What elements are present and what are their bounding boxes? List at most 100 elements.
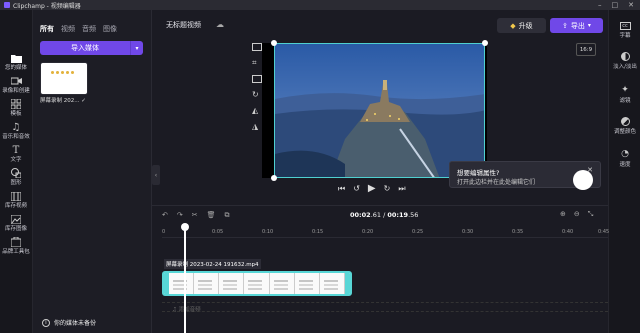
clipchamp-logo-icon xyxy=(4,2,10,8)
tab-video[interactable]: 视频 xyxy=(61,24,75,34)
rewind-5s-icon[interactable]: ↺ xyxy=(353,184,360,193)
ruler-tick: 0:05 xyxy=(212,229,224,235)
aspect-ratio-button[interactable]: 16:9 xyxy=(576,43,596,56)
tab-images[interactable]: 图像 xyxy=(103,24,117,34)
close-icon[interactable]: ✕ xyxy=(628,1,634,9)
rp-filters[interactable]: ✦ 滤镜 xyxy=(609,85,640,105)
ruler-tick: 0:35 xyxy=(512,229,524,235)
upgrade-label: 升级 xyxy=(518,21,533,30)
upgrade-button[interactable]: ◆ 升级 xyxy=(497,18,546,33)
ruler-tick: 0:40 xyxy=(562,229,574,235)
ruler-tick: 0 xyxy=(162,229,166,235)
nav-record[interactable]: 录像和创建 xyxy=(0,75,32,94)
brand-kit-icon xyxy=(10,236,22,248)
diamond-icon: ◆ xyxy=(510,21,516,30)
delete-icon[interactable]: 🗑 xyxy=(207,211,216,220)
camera-icon xyxy=(10,75,22,87)
video-preview[interactable] xyxy=(274,43,485,178)
header: 无标题视频 ☁ ◆ 升级 ⇪ 导出 ▾ xyxy=(152,10,608,42)
crop-icon[interactable]: ⌗ xyxy=(252,59,262,67)
rp-adjust-colors[interactable]: 调整颜色 xyxy=(609,117,640,135)
fit-timeline-icon[interactable]: ⤡ xyxy=(588,210,594,219)
resize-handle-top-right[interactable] xyxy=(482,40,488,46)
rp-captions[interactable]: cc 字幕 xyxy=(609,22,640,39)
backup-notice[interactable]: i 你的媒体未备份 xyxy=(42,318,96,327)
media-thumbnail[interactable] xyxy=(40,62,88,95)
picture-in-picture-icon[interactable] xyxy=(252,75,262,83)
audio-placeholder: ♫ 添加音频 xyxy=(172,307,201,313)
flip-horizontal-icon[interactable]: ◭ xyxy=(252,107,262,115)
nav-label: 文字 xyxy=(10,157,22,163)
rp-label: 字幕 xyxy=(619,33,631,39)
preview-tools: ⌗ ↻ ◭ ◮ xyxy=(252,43,262,131)
clip-trim-handle-right[interactable] xyxy=(344,273,350,294)
window-title: Clipchamp - 视频编辑器 xyxy=(13,2,81,10)
resize-handle-top-left[interactable] xyxy=(271,40,277,46)
export-button[interactable]: ⇪ 导出 ▾ xyxy=(550,18,603,33)
forward-5s-icon[interactable]: ↻ xyxy=(384,184,391,193)
help-bubble[interactable] xyxy=(573,170,593,190)
play-icon[interactable]: ▶ xyxy=(368,183,376,194)
rp-label: 滤镜 xyxy=(619,98,631,104)
adjust-colors-icon xyxy=(620,117,630,126)
nav-brand-kit[interactable]: 品牌工具包 xyxy=(0,236,32,255)
current-time: 00:02 xyxy=(350,211,371,219)
maximize-icon[interactable]: □ xyxy=(612,1,619,9)
import-media-button[interactable]: 导入媒体 ▾ xyxy=(40,41,143,55)
import-media-label: 导入媒体 xyxy=(71,44,99,52)
collapse-panel-icon[interactable]: ‹ xyxy=(152,165,160,185)
flip-vertical-icon[interactable]: ◮ xyxy=(252,123,262,131)
nav-stock-images[interactable]: 库存图像 xyxy=(0,213,32,232)
fade-icon xyxy=(620,52,630,61)
media-item-name: 屏幕录制 202... ✓ xyxy=(40,98,86,104)
title-bar: Clipchamp - 视频编辑器 – □ ✕ xyxy=(0,0,640,10)
right-properties-panel: cc 字幕 淡入/淡出 ✦ 滤镜 调整颜色 ◔ 速度 xyxy=(608,10,640,333)
chevron-down-icon[interactable]: ▾ xyxy=(130,41,143,55)
nav-templates[interactable]: 模板 xyxy=(0,98,32,117)
templates-icon xyxy=(10,98,22,110)
tab-all[interactable]: 所有 xyxy=(40,24,54,34)
filters-icon: ✦ xyxy=(621,85,629,95)
playhead[interactable] xyxy=(184,228,186,333)
nav-music[interactable]: ♫ 音乐和音效 xyxy=(0,121,32,141)
split-icon[interactable]: ✂ xyxy=(192,211,198,220)
audio-track[interactable]: ♫ 添加音频 xyxy=(162,302,608,313)
clip-name: 屏幕录制 2023-02-24 191632.mp4 xyxy=(164,259,261,269)
redo-icon[interactable]: ↷ xyxy=(177,211,183,220)
nav-label: 音乐和音效 xyxy=(2,134,30,140)
nav-stock-video[interactable]: 库存视频 xyxy=(0,190,32,209)
music-icon: ♫ xyxy=(11,121,21,133)
minimize-icon[interactable]: – xyxy=(598,1,602,9)
duplicate-icon[interactable]: ⧉ xyxy=(225,211,230,220)
zoom-in-icon[interactable]: ⊕ xyxy=(560,210,566,219)
speed-icon: ◔ xyxy=(621,149,629,159)
left-nav: 您的媒体 录像和创建 模板 ♫ 音乐和音效 T 文字 图形 库存视频 库存图像 … xyxy=(0,10,33,333)
text-icon: T xyxy=(12,144,20,156)
zoom-out-icon[interactable]: ⊖ xyxy=(574,210,580,219)
skip-start-icon[interactable]: ⏮ xyxy=(338,184,345,194)
video-clip[interactable] xyxy=(162,271,352,296)
ruler-tick: 0:30 xyxy=(462,229,474,235)
rp-label: 速度 xyxy=(619,162,631,168)
nav-label: 库存视频 xyxy=(4,203,27,209)
nav-graphics[interactable]: 图形 xyxy=(0,167,32,186)
nav-text[interactable]: T 文字 xyxy=(0,144,32,164)
rp-fade[interactable]: 淡入/淡出 xyxy=(609,52,640,70)
timecode: 00:02.61 / 00:19.56 xyxy=(350,211,418,219)
playback-controls: ⏮ ↺ ▶ ↻ ⏭ xyxy=(338,183,406,194)
fit-icon[interactable] xyxy=(252,43,262,51)
chevron-down-icon: ▾ xyxy=(587,22,591,29)
undo-icon[interactable]: ↶ xyxy=(162,211,168,220)
rotate-icon[interactable]: ↻ xyxy=(252,91,262,99)
media-panel: 所有 视频 音频 图像 xyxy=(33,10,152,333)
nav-label: 图形 xyxy=(10,180,22,186)
timeline-ruler[interactable]: 0 0:05 0:10 0:15 0:20 0:25 0:30 0:35 0:4… xyxy=(162,228,609,238)
skip-end-icon[interactable]: ⏭ xyxy=(398,184,405,194)
nav-your-media[interactable]: 您的媒体 xyxy=(0,52,32,71)
info-icon: i xyxy=(42,318,50,327)
rp-speed[interactable]: ◔ 速度 xyxy=(609,149,640,169)
resize-handle-bottom-left[interactable] xyxy=(271,175,277,181)
tab-audio[interactable]: 音频 xyxy=(82,24,96,34)
project-title[interactable]: 无标题视频 xyxy=(166,20,201,30)
cloud-off-icon: ☁ xyxy=(216,20,224,29)
